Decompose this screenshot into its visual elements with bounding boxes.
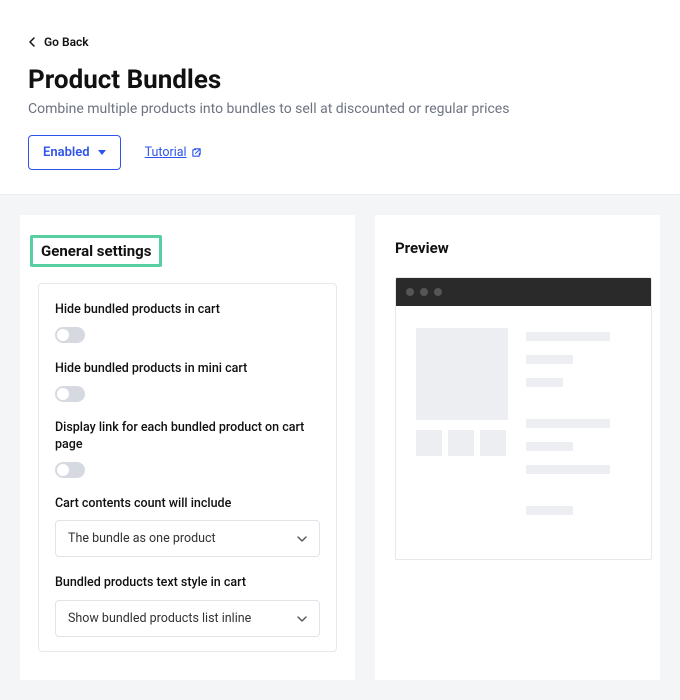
preview-small-thumb bbox=[480, 430, 506, 456]
preview-line bbox=[526, 506, 573, 515]
setting-cart-count: Cart contents count will include The bun… bbox=[55, 496, 320, 558]
header-card: Go Back Product Bundles Combine multiple… bbox=[0, 0, 680, 195]
page-subtitle: Combine multiple products into bundles t… bbox=[28, 101, 652, 117]
tutorial-link[interactable]: Tutorial bbox=[145, 145, 202, 160]
preview-thumbs bbox=[416, 328, 508, 529]
setting-label: Bundled products text style in cart bbox=[55, 575, 320, 592]
chevron-down-icon bbox=[297, 614, 307, 624]
preview-small-thumb bbox=[416, 430, 442, 456]
select-text-style[interactable]: Show bundled products list inline bbox=[55, 600, 320, 637]
page-title: Product Bundles bbox=[28, 65, 652, 95]
tutorial-label: Tutorial bbox=[145, 145, 187, 160]
toggle-hide-in-minicart[interactable] bbox=[55, 386, 85, 402]
select-value: The bundle as one product bbox=[68, 531, 216, 546]
chevron-down-icon bbox=[297, 534, 307, 544]
window-dot-icon bbox=[434, 288, 442, 296]
setting-hide-in-cart: Hide bundled products in cart bbox=[55, 302, 320, 343]
preview-line bbox=[526, 378, 563, 387]
caret-down-icon bbox=[98, 150, 106, 155]
preview-line bbox=[526, 332, 610, 341]
preview-main-thumb bbox=[416, 328, 508, 420]
header-actions: Enabled Tutorial bbox=[28, 135, 652, 170]
setting-text-style: Bundled products text style in cart Show… bbox=[55, 575, 320, 637]
setting-hide-in-minicart: Hide bundled products in mini cart bbox=[55, 361, 320, 402]
preview-titlebar bbox=[396, 278, 651, 306]
preview-small-thumbs bbox=[416, 430, 508, 456]
preview-heading: Preview bbox=[395, 235, 652, 261]
setting-label: Hide bundled products in cart bbox=[55, 302, 320, 319]
toggle-hide-in-cart[interactable] bbox=[55, 327, 85, 343]
preview-line bbox=[526, 465, 610, 474]
select-value: Show bundled products list inline bbox=[68, 611, 251, 626]
setting-label: Hide bundled products in mini cart bbox=[55, 361, 320, 378]
setting-label: Cart contents count will include bbox=[55, 496, 320, 513]
window-dot-icon bbox=[406, 288, 414, 296]
preview-frame bbox=[395, 277, 652, 560]
arrow-left-icon bbox=[28, 37, 38, 47]
external-link-icon bbox=[191, 147, 202, 158]
toggle-display-link[interactable] bbox=[55, 462, 85, 478]
settings-column: General settings Hide bundled products i… bbox=[20, 215, 355, 680]
preview-lines bbox=[526, 328, 631, 529]
setting-display-link: Display link for each bundled product on… bbox=[55, 420, 320, 478]
settings-box: Hide bundled products in cart Hide bundl… bbox=[38, 283, 337, 652]
content-columns: General settings Hide bundled products i… bbox=[0, 195, 680, 700]
preview-line bbox=[526, 355, 573, 364]
go-back-button[interactable]: Go Back bbox=[28, 35, 89, 49]
preview-body bbox=[396, 306, 651, 559]
select-cart-count[interactable]: The bundle as one product bbox=[55, 520, 320, 557]
preview-column: Preview bbox=[375, 215, 660, 680]
enabled-label: Enabled bbox=[43, 145, 90, 160]
enabled-dropdown-button[interactable]: Enabled bbox=[28, 135, 121, 170]
go-back-label: Go Back bbox=[44, 35, 89, 49]
window-dot-icon bbox=[420, 288, 428, 296]
preview-line bbox=[526, 419, 610, 428]
preview-small-thumb bbox=[448, 430, 474, 456]
preview-line bbox=[526, 442, 573, 451]
setting-label: Display link for each bundled product on… bbox=[55, 420, 320, 454]
general-settings-heading: General settings bbox=[30, 235, 162, 267]
